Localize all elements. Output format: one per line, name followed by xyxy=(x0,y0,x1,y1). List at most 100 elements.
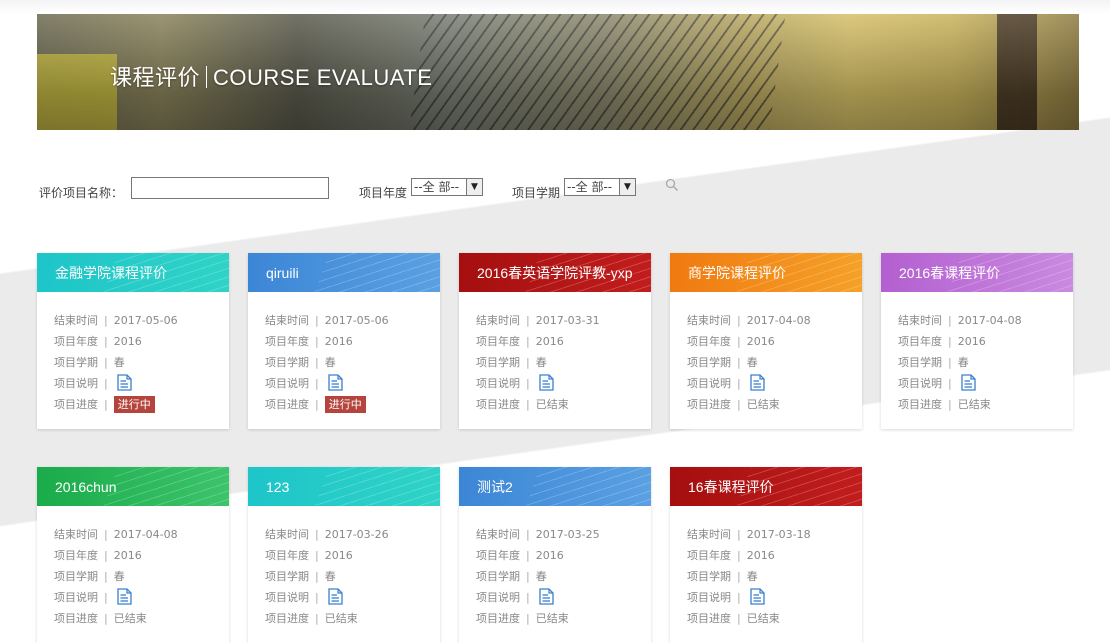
document-icon[interactable] xyxy=(328,374,343,391)
card-title[interactable]: 测试2 xyxy=(477,479,513,495)
project-term-label: 项目学期 xyxy=(512,186,561,200)
chevron-down-icon: ▼ xyxy=(619,179,635,195)
year-row: 项目年度 | 2016 xyxy=(476,549,564,562)
project-card-1[interactable]: 金融学院课程评价 结束时间 | 2017-05-06 项目年度 | 2016 项目学期 |… xyxy=(37,253,229,429)
card-header[interactable]: qiruili xyxy=(248,253,440,292)
document-icon[interactable] xyxy=(117,588,132,605)
project-name-input[interactable] xyxy=(131,177,329,199)
progress-row: 项目进度 | 已结束 xyxy=(476,612,569,625)
document-icon[interactable] xyxy=(539,588,554,605)
term-value: 春 xyxy=(324,570,336,583)
year-row: 项目年度 | 2016 xyxy=(898,335,986,348)
year-row: 项目年度 | 2016 xyxy=(687,335,775,348)
year-value: 2016 xyxy=(746,549,775,562)
card-body: 结束时间 | 2017-04-08 项目年度 | 2016 项目学期 | 春 项目说明 | xyxy=(37,506,229,643)
card-body: 结束时间 | 2017-03-25 项目年度 | 2016 项目学期 | 春 项目说明 | xyxy=(459,506,651,643)
term-value: 春 xyxy=(324,356,336,369)
status-badge: 已结束 xyxy=(324,612,358,625)
project-name-label: 评价项目名称： xyxy=(39,186,124,200)
card-header[interactable]: 16春课程评价 xyxy=(670,467,862,506)
year-row: 项目年度 | 2016 xyxy=(476,335,564,348)
status-badge: 进行中 xyxy=(113,396,155,413)
progress-row: 项目进度 | 已结束 xyxy=(54,612,147,625)
year-value: 2016 xyxy=(746,335,775,348)
end-time-value: 2017-04-08 xyxy=(113,528,178,541)
card-header[interactable]: 金融学院课程评价 xyxy=(37,253,229,292)
year-value: 2016 xyxy=(535,549,564,562)
desc-row: 项目说明 | xyxy=(687,373,862,394)
term-row: 项目学期 | 春 xyxy=(898,356,969,369)
card-header[interactable]: 2016chun xyxy=(37,467,229,506)
end-time-value: 2017-04-08 xyxy=(746,314,811,327)
desc-row: 项目说明 | xyxy=(898,373,1073,394)
card-body: 结束时间 | 2017-04-08 项目年度 | 2016 项目学期 | 春 项目说明 | xyxy=(881,292,1073,429)
term-value: 春 xyxy=(535,356,547,369)
card-header[interactable]: 2016春英语学院评教-yxp xyxy=(459,253,651,292)
desc-row: 项目说明 | xyxy=(54,373,229,394)
end-time-value: 2017-03-31 xyxy=(535,314,600,327)
end-time-row: 结束时间 | 2017-04-08 xyxy=(54,528,178,541)
progress-row: 项目进度 | 进行中 xyxy=(54,394,229,415)
end-time-row: 结束时间 | 2017-05-06 xyxy=(54,314,178,327)
document-icon[interactable] xyxy=(750,374,765,391)
project-card-2[interactable]: qiruili 结束时间 | 2017-05-06 项目年度 | 2016 项目学期 | 春… xyxy=(248,253,440,429)
project-card-3[interactable]: 2016春英语学院评教-yxp 结束时间 | 2017-03-31 项目年度 | 201… xyxy=(459,253,651,429)
chevron-down-icon: ▼ xyxy=(466,179,482,195)
progress-row: 项目进度 | 进行中 xyxy=(265,394,440,415)
term-row: 项目学期 | 春 xyxy=(476,356,547,369)
status-badge: 已结束 xyxy=(535,398,569,411)
card-title[interactable]: 123 xyxy=(266,479,289,495)
project-card-5[interactable]: 2016春课程评价 结束时间 | 2017-04-08 项目年度 | 2016 项目学期… xyxy=(881,253,1073,429)
year-value: 2016 xyxy=(957,335,986,348)
card-body: 结束时间 | 2017-05-06 项目年度 | 2016 项目学期 | 春 项目说明 | xyxy=(248,292,440,429)
document-icon[interactable] xyxy=(961,374,976,391)
end-time-value: 2017-03-25 xyxy=(535,528,600,541)
end-time-row: 结束时间 | 2017-03-18 xyxy=(687,528,811,541)
project-card-6[interactable]: 2016chun 结束时间 | 2017-04-08 项目年度 | 2016 项目学期 |… xyxy=(37,467,229,643)
card-title[interactable]: qiruili xyxy=(266,265,299,281)
status-badge: 已结束 xyxy=(957,398,991,411)
end-time-value: 2017-03-18 xyxy=(746,528,811,541)
card-title[interactable]: 2016春英语学院评教-yxp xyxy=(477,265,633,281)
term-row: 项目学期 | 春 xyxy=(265,570,336,583)
card-header[interactable]: 2016春课程评价 xyxy=(881,253,1073,292)
document-icon[interactable] xyxy=(117,374,132,391)
desc-row: 项目说明 | xyxy=(54,587,229,608)
project-card-7[interactable]: 123 结束时间 | 2017-03-26 项目年度 | 2016 项目学期 | 春 项目说… xyxy=(248,467,440,643)
end-time-row: 结束时间 | 2017-03-25 xyxy=(476,528,600,541)
end-time-row: 结束时间 | 2017-03-31 xyxy=(476,314,600,327)
card-title[interactable]: 16春课程评价 xyxy=(688,479,774,495)
card-header[interactable]: 测试2 xyxy=(459,467,651,506)
term-value: 春 xyxy=(113,356,125,369)
term-row: 项目学期 | 春 xyxy=(265,356,336,369)
card-header[interactable]: 商学院课程评价 xyxy=(670,253,862,292)
year-value: 2016 xyxy=(324,549,353,562)
year-value: 2016 xyxy=(535,335,564,348)
project-term-select[interactable]: --全 部-- ▼ xyxy=(564,178,636,196)
end-time-value: 2017-05-06 xyxy=(113,314,178,327)
end-time-row: 结束时间 | 2017-03-26 xyxy=(265,528,389,541)
term-value: 春 xyxy=(113,570,125,583)
project-year-select[interactable]: --全 部-- ▼ xyxy=(411,178,483,196)
card-title[interactable]: 金融学院课程评价 xyxy=(55,265,167,281)
progress-row: 项目进度 | 已结束 xyxy=(265,612,358,625)
project-card-8[interactable]: 测试2 结束时间 | 2017-03-25 项目年度 | 2016 项目学期 | 春 项目说… xyxy=(459,467,651,643)
term-row: 项目学期 | 春 xyxy=(476,570,547,583)
year-value: 2016 xyxy=(113,335,142,348)
end-time-row: 结束时间 | 2017-05-06 xyxy=(265,314,389,327)
document-icon[interactable] xyxy=(328,588,343,605)
end-time-row: 结束时间 | 2017-04-08 xyxy=(687,314,811,327)
card-title[interactable]: 2016春课程评价 xyxy=(899,265,1000,281)
search-icon[interactable] xyxy=(665,178,679,192)
card-body: 结束时间 | 2017-05-06 项目年度 | 2016 项目学期 | 春 项目说明 | xyxy=(37,292,229,429)
card-title[interactable]: 商学院课程评价 xyxy=(688,265,786,281)
document-icon[interactable] xyxy=(539,374,554,391)
card-title[interactable]: 2016chun xyxy=(55,479,117,495)
document-icon[interactable] xyxy=(750,588,765,605)
card-body: 结束时间 | 2017-03-18 项目年度 | 2016 项目学期 | 春 项目说明 | xyxy=(670,506,862,643)
status-badge: 已结束 xyxy=(746,612,780,625)
project-card-9[interactable]: 16春课程评价 结束时间 | 2017-03-18 项目年度 | 2016 项目学期 | 春… xyxy=(670,467,862,643)
card-header[interactable]: 123 xyxy=(248,467,440,506)
banner-title-en: COURSE EVALUATE xyxy=(213,65,433,90)
project-card-4[interactable]: 商学院课程评价 结束时间 | 2017-04-08 项目年度 | 2016 项目学期 | 春… xyxy=(670,253,862,429)
